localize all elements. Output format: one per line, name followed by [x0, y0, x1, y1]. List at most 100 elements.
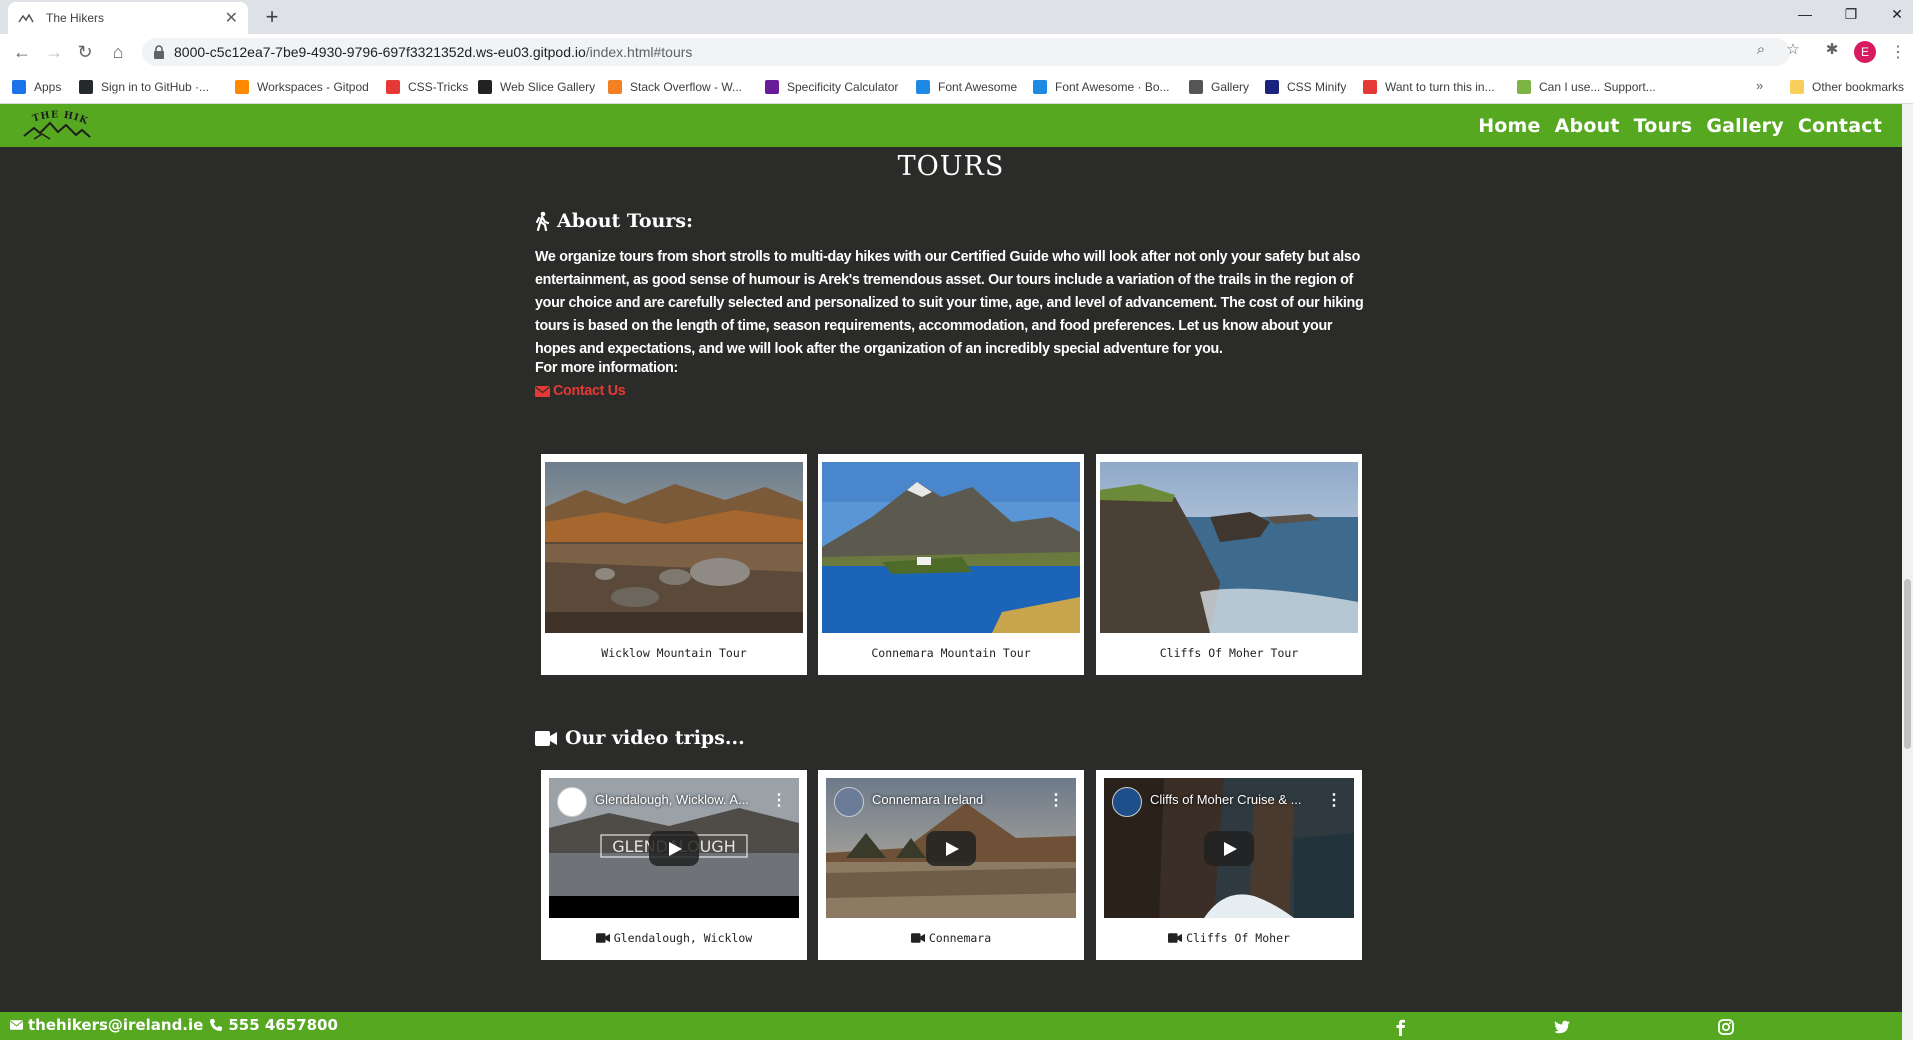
play-button-icon[interactable]	[1204, 831, 1254, 866]
tour-card-cliffs[interactable]: Cliffs Of Moher Tour	[1096, 454, 1362, 675]
bookmark-item[interactable]: Apps	[12, 78, 61, 96]
bookmark-label: Font Awesome · Bo...	[1055, 80, 1170, 94]
new-tab-button[interactable]: +	[258, 4, 286, 32]
channel-avatar[interactable]	[557, 787, 587, 817]
video-title[interactable]: Connemara Ireland	[872, 792, 983, 807]
scrollbar-thumb[interactable]	[1904, 579, 1911, 749]
browser-menu-icon[interactable]: ⋮	[1890, 42, 1906, 62]
tour-card-wicklow[interactable]: Wicklow Mountain Tour	[541, 454, 807, 675]
url-path: /index.html#tours	[585, 44, 693, 60]
github-icon	[79, 80, 93, 94]
tour-caption: Cliffs Of Moher Tour	[1159, 646, 1299, 660]
minimize-icon[interactable]: —	[1782, 0, 1828, 30]
nav-link-about[interactable]: About	[1555, 115, 1620, 137]
nav-link-home[interactable]: Home	[1478, 115, 1540, 137]
bookmarks-overflow-icon[interactable]: »	[1756, 78, 1763, 93]
video-player-connemara[interactable]: Connemara Ireland ⋮	[826, 778, 1076, 918]
play-button-icon[interactable]	[649, 831, 699, 866]
video-title[interactable]: Cliffs of Moher Cruise & ...	[1150, 792, 1301, 807]
zoom-icon[interactable]: ⌕	[1751, 40, 1771, 60]
bookmark-item[interactable]: Want to turn this in...	[1363, 78, 1495, 96]
bookmark-item[interactable]: Sign in to GitHub ·...	[79, 78, 209, 96]
twitter-icon[interactable]	[1553, 1018, 1571, 1036]
envelope-icon	[535, 385, 550, 397]
facebook-icon[interactable]	[1392, 1018, 1410, 1036]
channel-avatar[interactable]	[834, 787, 864, 817]
bookmark-item[interactable]: Can I use... Support...	[1517, 78, 1656, 96]
back-icon[interactable]: ←	[10, 40, 34, 64]
nav-link-gallery[interactable]: Gallery	[1706, 115, 1783, 137]
home-icon[interactable]: ⌂	[106, 40, 130, 64]
instagram-icon[interactable]	[1717, 1018, 1735, 1036]
video-trips-heading: Our video trips...	[535, 727, 745, 749]
video-camera-icon	[535, 730, 557, 746]
bookmark-label: Font Awesome	[938, 80, 1018, 94]
video-caption: Glendalough, Wicklow	[541, 931, 807, 945]
reload-icon[interactable]: ↻	[73, 40, 97, 64]
tour-caption: Connemara Mountain Tour	[871, 646, 1031, 660]
video-player-cliffs[interactable]: Cliffs of Moher Cruise & ... ⋮	[1104, 778, 1354, 918]
address-bar[interactable]: 8000-c5c12ea7-7be9-4930-9796-697f3321352…	[142, 38, 1790, 66]
close-window-icon[interactable]: ✕	[1874, 0, 1913, 30]
bookmark-label: Workspaces - Gitpod	[257, 80, 369, 94]
browser-tab[interactable]: The Hikers ✕	[8, 2, 248, 34]
footer-phone[interactable]: 555 4657800	[228, 1016, 338, 1034]
forward-icon[interactable]: →	[42, 40, 66, 64]
folder-icon	[1790, 80, 1804, 94]
footer-email[interactable]: thehikers@ireland.ie	[28, 1016, 203, 1034]
bookmark-item[interactable]: Workspaces - Gitpod	[235, 78, 369, 96]
video-caption: Cliffs Of Moher	[1096, 931, 1362, 945]
site-navbar: THE HIKERS Home About Tours Gallery Contact	[0, 104, 1902, 147]
nav-link-tours[interactable]: Tours	[1634, 115, 1693, 137]
tour-card-connemara[interactable]: Connemara Mountain Tour	[818, 454, 1084, 675]
web-slice-icon	[478, 80, 492, 94]
bookmark-label: Specificity Calculator	[787, 80, 899, 94]
bookmark-star-icon[interactable]: ☆	[1783, 40, 1803, 60]
browser-toolbar: ← → ↻ ⌂ 8000-c5c12ea7-7be9-4930-9796-697…	[0, 34, 1913, 70]
bookmark-item[interactable]: Gallery	[1189, 78, 1249, 96]
tours-section: TOURS About Tours: We organize tours fro…	[0, 147, 1902, 1012]
video-menu-icon[interactable]: ⋮	[1326, 790, 1342, 810]
video-player-glendalough[interactable]: GLENDALOUGH Glendalough, Wicklow. A... ⋮	[549, 778, 799, 918]
play-button-icon[interactable]	[926, 831, 976, 866]
bookmark-item[interactable]: CSS Minify	[1265, 78, 1346, 96]
bookmark-item[interactable]: Font Awesome · Bo...	[1033, 78, 1170, 96]
video-card-cliffs: Cliffs of Moher Cruise & ... ⋮ Cliffs Of…	[1096, 770, 1362, 960]
page-scrollbar[interactable]	[1902, 104, 1913, 1040]
video-trips-heading-text: Our video trips...	[565, 727, 745, 749]
connemara-tour-image	[822, 462, 1080, 633]
bookmark-item[interactable]: CSS-Tricks	[386, 78, 468, 96]
extensions-icon[interactable]: ✱	[1822, 40, 1842, 60]
video-menu-icon[interactable]: ⋮	[1048, 790, 1064, 810]
restore-icon[interactable]: ❐	[1828, 0, 1874, 30]
specificity-icon	[765, 80, 779, 94]
about-tours-text: We organize tours from short strolls to …	[535, 249, 1364, 357]
bookmark-label: Can I use... Support...	[1539, 80, 1656, 94]
other-bookmarks[interactable]: Other bookmarks	[1790, 78, 1904, 96]
channel-avatar[interactable]	[1112, 787, 1142, 817]
bookmark-item[interactable]: Web Slice Gallery	[478, 78, 595, 96]
hikers-logo[interactable]: THE HIKERS	[20, 108, 94, 144]
css-minify-icon	[1265, 80, 1279, 94]
bookmark-label: Web Slice Gallery	[500, 80, 596, 94]
profile-avatar[interactable]: E	[1854, 41, 1876, 63]
bookmark-item[interactable]: Font Awesome	[916, 78, 1017, 96]
bookmark-label: Want to turn this in...	[1385, 80, 1495, 94]
main-menu: Home About Tours Gallery Contact	[1478, 104, 1882, 147]
tab-title: The Hikers	[46, 11, 105, 25]
site-footer: thehikers@ireland.ie 555 4657800	[0, 1012, 1902, 1040]
tour-caption: Wicklow Mountain Tour	[601, 646, 747, 660]
nav-link-contact[interactable]: Contact	[1798, 115, 1882, 137]
video-title[interactable]: Glendalough, Wicklow. A...	[595, 792, 749, 807]
bookmark-label: CSS-Tricks	[408, 80, 469, 94]
about-tours-heading: About Tours:	[535, 210, 693, 232]
bookmark-item[interactable]: Specificity Calculator	[765, 78, 898, 96]
contact-us-link[interactable]: Contact Us	[535, 383, 626, 399]
gallery-icon	[1189, 80, 1203, 94]
video-card-connemara: Connemara Ireland ⋮ Connemara	[818, 770, 1084, 960]
close-tab-icon[interactable]: ✕	[225, 8, 238, 28]
more-info-label: For more information:	[535, 360, 679, 376]
video-menu-icon[interactable]: ⋮	[771, 790, 787, 810]
video-card-glendalough: GLENDALOUGH Glendalough, Wicklow. A... ⋮…	[541, 770, 807, 960]
bookmark-item[interactable]: Stack Overflow - W...	[608, 78, 742, 96]
